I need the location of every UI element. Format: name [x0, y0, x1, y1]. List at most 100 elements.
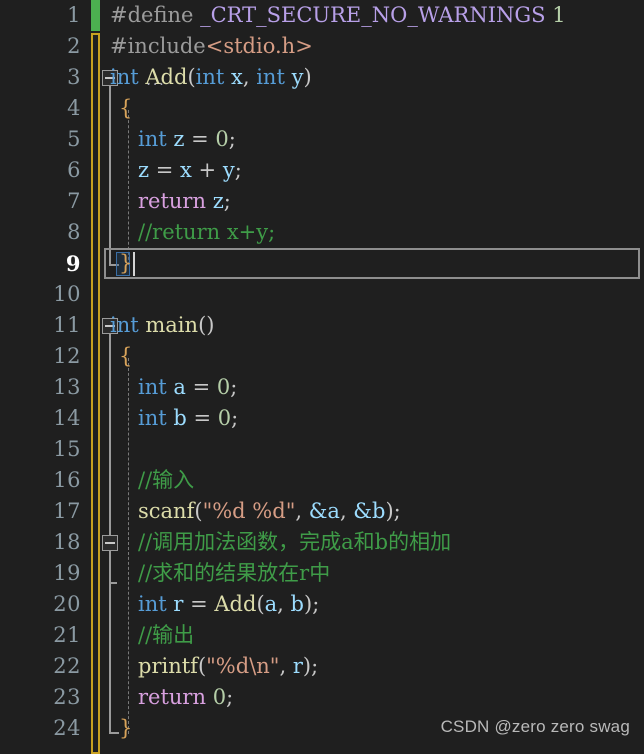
token-return-keyword: return — [138, 189, 206, 213]
token-param-y: y — [291, 65, 304, 89]
token-assign: = — [183, 592, 215, 616]
code-text-area[interactable]: #define _CRT_SECURE_NO_WARNINGS 1 #inclu… — [0, 0, 644, 754]
token-int-keyword: int — [138, 375, 167, 399]
token-paren-open: ( — [194, 499, 203, 523]
token-semicolon: ; — [223, 189, 231, 213]
token-var-y: y — [222, 158, 235, 182]
code-line-11[interactable]: int main() — [110, 310, 214, 341]
token-comma: , — [339, 499, 354, 523]
token-function-scanf: scanf — [138, 499, 195, 523]
code-line-3[interactable]: int Add(int x, int y) — [110, 62, 312, 93]
token-comment-call-add: //调用加法函数，完成a和b的相加 — [138, 530, 452, 554]
token-var-x: x — [180, 158, 192, 182]
token-int-keyword: int — [195, 65, 225, 89]
token-function-add-call: Add — [214, 592, 257, 616]
token-brace-close: } — [119, 251, 133, 275]
token-param-x: x — [231, 65, 243, 89]
token-string-printf-format: "%d\n" — [206, 654, 280, 678]
code-line-8[interactable]: //return x+y; — [138, 217, 275, 248]
token-number-zero: 0 — [215, 127, 229, 151]
token-paren-open: ( — [197, 654, 207, 678]
token-paren-close: ) — [303, 65, 312, 89]
token-paren-close: ) — [302, 654, 312, 678]
token-var-z: z — [138, 158, 150, 182]
token-var-a: a — [173, 375, 186, 399]
token-var-z: z — [173, 127, 185, 151]
token-int-keyword: int — [110, 313, 139, 337]
token-comma: , — [277, 592, 291, 616]
code-line-24[interactable]: } — [119, 713, 132, 744]
token-string-scanf-format: "%d %d" — [202, 499, 296, 523]
token-comma: , — [242, 65, 257, 89]
token-paren-close: ) — [303, 592, 313, 616]
token-int-keyword: int — [138, 127, 167, 151]
token-brace-open: { — [119, 344, 133, 368]
token-semicolon: ; — [312, 592, 320, 616]
token-var-z: z — [212, 189, 224, 213]
token-number-zero: 0 — [217, 406, 232, 430]
token-brace-open: { — [119, 96, 133, 120]
code-line-22[interactable]: printf("%d\n", r); — [138, 651, 318, 682]
code-line-2[interactable]: #include<stdio.h> — [110, 31, 313, 62]
code-line-19[interactable]: //求和的结果放在r中 — [138, 558, 330, 589]
token-comment-result-in-r: //求和的结果放在r中 — [138, 561, 331, 585]
code-line-16[interactable]: //输入 — [138, 465, 194, 496]
token-comment-output: //输出 — [138, 623, 195, 647]
code-line-21[interactable]: //输出 — [138, 620, 194, 651]
token-semicolon: ; — [311, 654, 319, 678]
token-semicolon: ; — [234, 158, 242, 182]
code-line-17[interactable]: scanf("%d %d", &a, &b); — [138, 496, 401, 527]
code-line-12[interactable]: { — [119, 341, 132, 372]
token-angle-close: > — [295, 34, 313, 58]
token-arg-b: b — [290, 592, 304, 616]
code-line-4[interactable]: { — [119, 93, 132, 124]
token-paren-close: ) — [206, 313, 215, 337]
token-arg-r: r — [292, 654, 303, 678]
token-comment-return-xy: //return x+y; — [138, 220, 276, 244]
code-line-9[interactable]: } — [119, 248, 132, 279]
token-function-main: main — [145, 313, 199, 337]
token-semicolon: ; — [230, 375, 238, 399]
token-macro-value: 1 — [552, 3, 566, 27]
token-assign: = — [185, 375, 217, 399]
token-int-keyword: int — [138, 592, 167, 616]
token-semicolon: ; — [393, 499, 401, 523]
token-include-directive: #include — [110, 34, 206, 58]
code-line-14[interactable]: int b = 0; — [138, 403, 238, 434]
code-line-5[interactable]: int z = 0; — [138, 124, 236, 155]
token-comma: , — [295, 499, 309, 523]
token-number-zero: 0 — [212, 685, 227, 709]
token-function-add-declaration: Add — [145, 65, 187, 89]
token-semicolon: ; — [226, 685, 234, 709]
token-comment-input: //输入 — [138, 468, 195, 492]
code-line-20[interactable]: int r = Add(a, b); — [138, 589, 319, 620]
token-plus: + — [191, 158, 223, 182]
token-assign: = — [149, 158, 181, 182]
code-line-13[interactable]: int a = 0; — [138, 372, 237, 403]
token-comma: , — [279, 654, 293, 678]
token-macro-name: _CRT_SECURE_NO_WARNINGS — [193, 3, 553, 27]
token-paren-close: ) — [385, 499, 394, 523]
code-line-18[interactable]: //调用加法函数，完成a和b的相加 — [138, 527, 451, 558]
code-line-6[interactable]: z = x + y; — [138, 155, 242, 186]
token-int-keyword: int — [138, 406, 167, 430]
token-assign: = — [184, 127, 216, 151]
token-assign: = — [186, 406, 218, 430]
token-define-directive: #define — [110, 3, 194, 27]
token-angle-open: < — [205, 34, 224, 58]
csdn-watermark: CSDN @zero zero swag — [440, 717, 630, 736]
token-semicolon: ; — [228, 127, 236, 151]
code-line-7[interactable]: return z; — [138, 186, 231, 217]
token-number-zero: 0 — [216, 375, 231, 399]
token-paren-open: ( — [256, 592, 265, 616]
code-line-1[interactable]: #define _CRT_SECURE_NO_WARNINGS 1 — [110, 0, 566, 31]
code-line-23[interactable]: return 0; — [138, 682, 233, 713]
token-address-of-a: &a — [308, 499, 340, 523]
token-header-name: stdio.h — [223, 34, 296, 58]
code-editor[interactable]: 1 2 3 4 5 6 7 8 9 10 11 12 13 14 15 16 1… — [0, 0, 644, 754]
token-arg-a: a — [264, 592, 278, 616]
